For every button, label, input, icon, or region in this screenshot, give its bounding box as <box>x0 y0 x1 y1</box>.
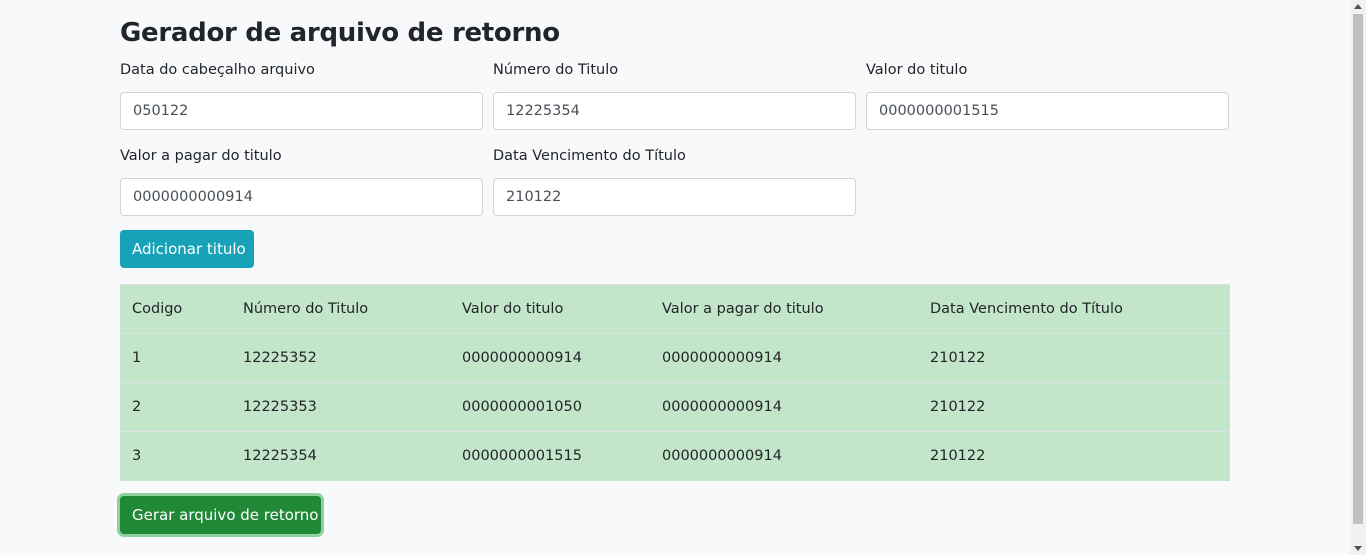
cell-amount: 0000000000914 <box>650 382 918 432</box>
cell-code: 2 <box>120 382 231 432</box>
add-title-button[interactable]: Adicionar titulo <box>120 230 254 268</box>
scroll-up-arrow-icon[interactable] <box>1354 4 1362 9</box>
table-row: 3 12225354 0000000001515 0000000000914 2… <box>120 431 1230 481</box>
cell-amount: 0000000000914 <box>650 333 918 383</box>
header-date-input[interactable] <box>120 92 483 130</box>
due-date-field: Data Vencimento do Título <box>493 147 856 216</box>
due-date-input[interactable] <box>493 178 856 216</box>
cell-value: 0000000000914 <box>450 333 650 383</box>
generate-return-file-button[interactable]: Gerar arquivo de retorno <box>120 496 321 534</box>
column-header: Data Vencimento do Título <box>918 284 1230 334</box>
title-value-label: Valor do titulo <box>866 62 968 78</box>
cell-number: 12225354 <box>231 431 450 481</box>
amount-to-pay-input[interactable] <box>120 178 483 216</box>
scrollbar-thumb[interactable] <box>1353 14 1363 524</box>
vertical-scrollbar[interactable] <box>1350 0 1366 555</box>
cell-code: 3 <box>120 431 231 481</box>
cell-due-date: 210122 <box>918 333 1230 383</box>
header-date-label: Data do cabeçalho arquivo <box>120 62 315 78</box>
cell-value: 0000000001515 <box>450 431 650 481</box>
cell-due-date: 210122 <box>918 382 1230 432</box>
due-date-label: Data Vencimento do Título <box>493 148 686 164</box>
column-header: Codigo <box>120 284 231 334</box>
cell-number: 12225352 <box>231 333 450 383</box>
cell-code: 1 <box>120 333 231 383</box>
amount-to-pay-label: Valor a pagar do titulo <box>120 148 282 164</box>
title-number-field: Número do Titulo <box>493 61 856 130</box>
titles-table: Codigo Número do Titulo Valor do titulo … <box>120 284 1230 481</box>
cell-due-date: 210122 <box>918 431 1230 481</box>
amount-to-pay-field: Valor a pagar do titulo <box>120 147 483 216</box>
page-title: Gerador de arquivo de retorno <box>120 18 560 48</box>
title-number-label: Número do Titulo <box>493 62 619 78</box>
cell-amount: 0000000000914 <box>650 431 918 481</box>
column-header: Valor a pagar do titulo <box>650 284 918 334</box>
header-date-field: Data do cabeçalho arquivo <box>120 61 483 130</box>
column-header: Número do Titulo <box>231 284 450 334</box>
title-number-input[interactable] <box>493 92 856 130</box>
scroll-down-arrow-icon[interactable] <box>1354 546 1362 551</box>
title-value-input[interactable] <box>866 92 1229 130</box>
cell-number: 12225353 <box>231 382 450 432</box>
title-value-field: Valor do titulo <box>866 61 1229 130</box>
table-row: 1 12225352 0000000000914 0000000000914 2… <box>120 333 1230 383</box>
table-header-row: Codigo Número do Titulo Valor do titulo … <box>120 284 1230 334</box>
table-row: 2 12225353 0000000001050 0000000000914 2… <box>120 382 1230 432</box>
cell-value: 0000000001050 <box>450 382 650 432</box>
column-header: Valor do titulo <box>450 284 650 334</box>
